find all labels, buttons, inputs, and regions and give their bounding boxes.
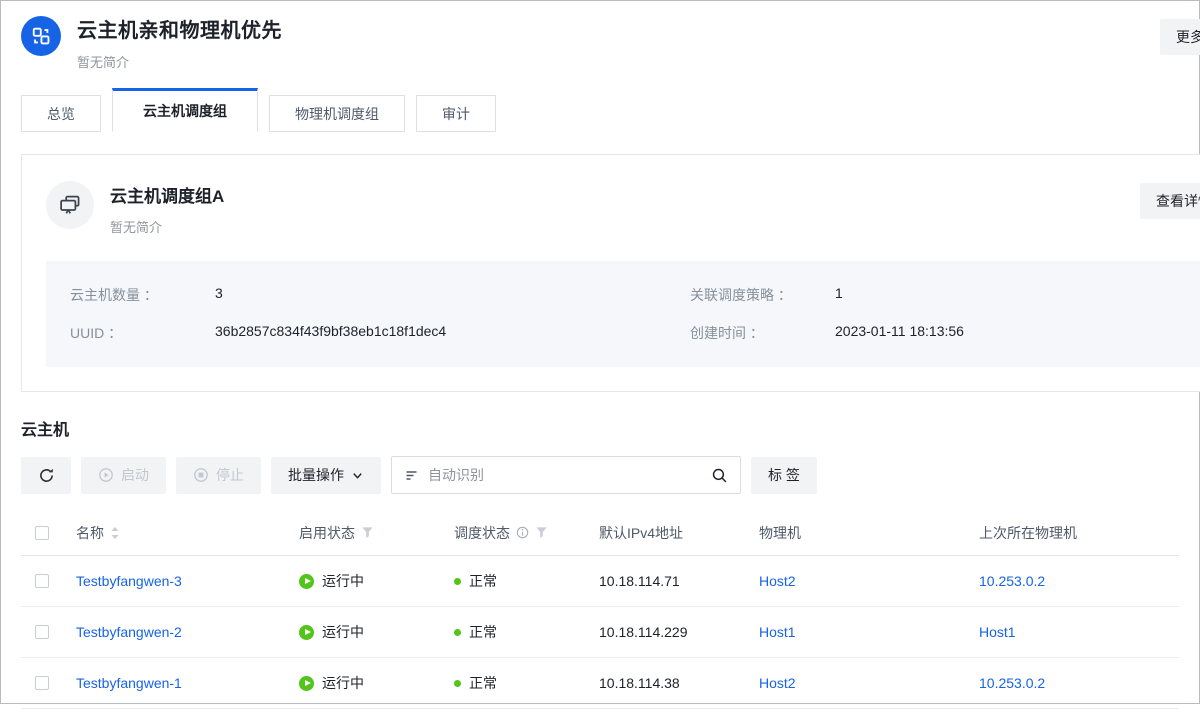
- refresh-icon: [38, 467, 55, 484]
- field-value: 36b2857c834f43f9bf38eb1c18f1dec4: [215, 323, 446, 343]
- vm-name-link[interactable]: Testbyfangwen-3: [76, 573, 182, 589]
- power-state-label: 运行中: [322, 622, 364, 642]
- ip-value: 10.18.114.38: [585, 675, 745, 691]
- host-link[interactable]: Host2: [759, 573, 796, 589]
- field-value: 2023-01-11 18:13:56: [835, 323, 964, 343]
- col-host: 物理机: [745, 523, 965, 543]
- row-checkbox[interactable]: [35, 574, 49, 588]
- filter-lines-icon: [404, 468, 419, 483]
- normal-dot-icon: [454, 629, 461, 636]
- group-subtitle: 暂无简介: [110, 217, 224, 236]
- vm-name-link[interactable]: Testbyfangwen-1: [76, 675, 182, 691]
- power-state-label: 运行中: [322, 571, 364, 591]
- field-label: 云主机数量 ：: [70, 285, 215, 305]
- tab-audit[interactable]: 审计: [416, 95, 496, 132]
- tab-overview[interactable]: 总览: [21, 95, 101, 132]
- more-button[interactable]: 更多: [1160, 19, 1200, 55]
- refresh-button[interactable]: [21, 457, 71, 494]
- host-link[interactable]: Host1: [759, 624, 796, 640]
- sched-state-label: 正常: [469, 673, 497, 693]
- running-icon: [299, 676, 314, 691]
- info-icon[interactable]: [516, 526, 529, 539]
- filter-funnel-icon[interactable]: [535, 526, 548, 539]
- table-row: Testbyfangwen-3 运行中 正常 10.18.114.71 Host…: [21, 556, 1179, 607]
- select-all-checkbox[interactable]: [35, 526, 49, 540]
- stop-circle-icon: [193, 467, 209, 483]
- tab-host-scheduling-group[interactable]: 物理机调度组: [269, 95, 405, 132]
- vm-name-link[interactable]: Testbyfangwen-2: [76, 624, 182, 640]
- power-state-label: 运行中: [322, 673, 364, 693]
- vm-group-avatar: [46, 181, 94, 229]
- row-checkbox[interactable]: [35, 625, 49, 639]
- scheduling-group-avatar: [21, 16, 61, 56]
- field-value: 1: [835, 285, 843, 305]
- normal-dot-icon: [454, 680, 461, 687]
- view-details-button[interactable]: 查看详情: [1140, 183, 1200, 219]
- col-sched-state: 调度状态: [454, 523, 510, 543]
- stop-button[interactable]: 停止: [176, 457, 261, 494]
- scheduling-group-card: 云主机调度组A 暂无简介 查看详情 云主机数量 ： 3 关联调度策略 ： 1 U…: [21, 154, 1200, 392]
- field-label: UUID ：: [70, 323, 215, 343]
- tab-vm-scheduling-group[interactable]: 云主机调度组: [112, 88, 258, 132]
- sort-icon[interactable]: [110, 526, 120, 540]
- table-header-row: 名称 启用状态 调度状态: [21, 510, 1179, 556]
- last-host-link[interactable]: 10.253.0.2: [979, 573, 1045, 589]
- sched-state-label: 正常: [469, 571, 497, 591]
- page-title: 云主机亲和物理机优先: [77, 14, 282, 43]
- start-button[interactable]: 启动: [81, 457, 166, 494]
- row-checkbox[interactable]: [35, 676, 49, 690]
- search-box[interactable]: [391, 456, 741, 494]
- field-label: 创建时间 ：: [690, 323, 835, 343]
- col-last-host: 上次所在物理机: [965, 523, 1179, 543]
- last-host-link[interactable]: 10.253.0.2: [979, 675, 1045, 691]
- table-row: Testbyfangwen-1 运行中 正常 10.18.114.38 Host…: [21, 658, 1179, 709]
- page-subtitle: 暂无简介: [77, 52, 282, 71]
- ip-value: 10.18.114.229: [585, 624, 745, 640]
- stop-label: 停止: [216, 465, 244, 485]
- vm-toolbar: 启动 停止 批量操作 标 签: [21, 456, 1179, 494]
- monitor-icon: [57, 192, 83, 218]
- sched-state-label: 正常: [469, 622, 497, 642]
- group-icon: [30, 25, 52, 47]
- batch-actions-button[interactable]: 批量操作: [271, 457, 381, 494]
- tag-button[interactable]: 标 签: [751, 457, 817, 494]
- host-link[interactable]: Host2: [759, 675, 796, 691]
- field-vm-count: 云主机数量 ： 3: [70, 285, 690, 305]
- group-info-strip: 云主机数量 ： 3 关联调度策略 ： 1 UUID ： 36b2857c834f…: [46, 261, 1200, 367]
- batch-label: 批量操作: [288, 465, 344, 485]
- field-create-time: 创建时间 ： 2023-01-11 18:13:56: [690, 323, 1192, 343]
- tab-bar: 总览 云主机调度组 物理机调度组 审计: [21, 88, 1199, 132]
- running-icon: [299, 625, 314, 640]
- field-policy-count: 关联调度策略 ： 1: [690, 285, 1192, 305]
- search-input[interactable]: [428, 467, 702, 483]
- vm-table: 名称 启用状态 调度状态: [21, 510, 1179, 709]
- field-value: 3: [215, 285, 223, 305]
- filter-funnel-icon[interactable]: [361, 526, 374, 539]
- page-header: 云主机亲和物理机优先 暂无简介 更多: [21, 14, 1199, 71]
- col-name: 名称: [76, 523, 104, 543]
- col-ip: 默认IPv4地址: [585, 523, 745, 543]
- ip-value: 10.18.114.71: [585, 573, 745, 589]
- field-uuid: UUID ： 36b2857c834f43f9bf38eb1c18f1dec4: [70, 323, 690, 343]
- running-icon: [299, 574, 314, 589]
- vm-section-title: 云主机: [21, 416, 1199, 440]
- normal-dot-icon: [454, 578, 461, 585]
- table-row: Testbyfangwen-2 运行中 正常 10.18.114.229 Hos…: [21, 607, 1179, 658]
- search-icon[interactable]: [711, 467, 728, 484]
- last-host-link[interactable]: Host1: [979, 624, 1016, 640]
- field-label: 关联调度策略 ：: [690, 285, 835, 305]
- col-power-state: 启用状态: [299, 523, 355, 543]
- play-circle-icon: [98, 467, 114, 483]
- group-title: 云主机调度组A: [110, 182, 224, 207]
- chevron-down-icon: [351, 469, 364, 482]
- start-label: 启动: [121, 465, 149, 485]
